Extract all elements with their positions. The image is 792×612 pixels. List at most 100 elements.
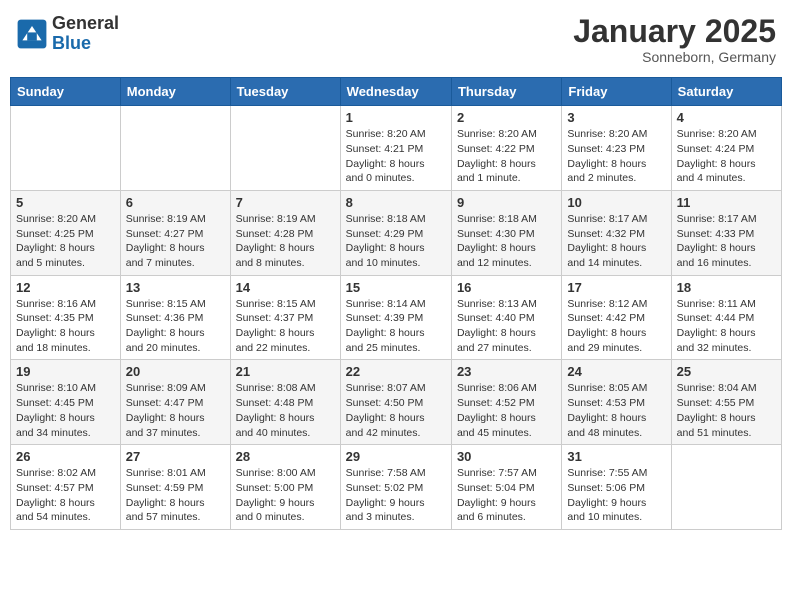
day-info: Sunrise: 8:20 AM Sunset: 4:25 PM Dayligh… (16, 212, 115, 271)
calendar-cell: 26Sunrise: 8:02 AM Sunset: 4:57 PM Dayli… (11, 445, 121, 530)
day-number: 27 (126, 449, 225, 464)
day-info: Sunrise: 8:13 AM Sunset: 4:40 PM Dayligh… (457, 297, 556, 356)
calendar-cell: 14 Sunrise: 8:15 AM Sunset: 4:37 PM Dayli… (230, 275, 340, 360)
day-info: Sunrise: 8:20 AM Sunset: 4:24 PM Dayligh… (677, 127, 776, 186)
calendar-cell: 24 Sunrise: 8:05 AM Sunset: 4:53 PM Dayli… (562, 360, 671, 445)
day-number: 19 (16, 364, 115, 379)
day-info: Sunrise: 8:18 AM Sunset: 4:30 PM Dayligh… (457, 212, 556, 271)
location: Sonneborn, Germany (573, 49, 776, 65)
day-of-week-header: Saturday (671, 78, 781, 106)
logo-icon (16, 18, 48, 50)
day-number: 17 (567, 280, 665, 295)
day-of-week-header: Wednesday (340, 78, 451, 106)
calendar-table: SundayMondayTuesdayWednesdayThursdayFrid… (10, 77, 782, 530)
day-info: Sunrise: 8:17 AM Sunset: 4:32 PM Dayligh… (567, 212, 665, 271)
logo-text: General Blue (52, 14, 119, 54)
page-header: General Blue January 2025 Sonneborn, Ger… (10, 10, 782, 69)
day-info: Sunrise: 8:00 AM Sunset: 5:00 PM Dayligh… (236, 466, 335, 525)
day-number: 12 (16, 280, 115, 295)
calendar-cell: 21 Sunrise: 8:08 AM Sunset: 4:48 PM Dayli… (230, 360, 340, 445)
calendar-cell: 1Sunrise: 8:20 AM Sunset: 4:21 PM Daylig… (340, 106, 451, 191)
day-number: 14 (236, 280, 335, 295)
day-info: Sunrise: 8:20 AM Sunset: 4:22 PM Dayligh… (457, 127, 556, 186)
day-number: 20 (126, 364, 225, 379)
calendar-cell: 13Sunrise: 8:15 AM Sunset: 4:36 PM Dayli… (120, 275, 230, 360)
day-info: Sunrise: 8:15 AM Sunset: 4:37 PM Dayligh… (236, 297, 335, 356)
day-info: Sunrise: 8:19 AM Sunset: 4:28 PM Dayligh… (236, 212, 335, 271)
day-number: 15 (346, 280, 446, 295)
calendar-week-row: 19 Sunrise: 8:10 AM Sunset: 4:45 PM Dayli… (11, 360, 782, 445)
day-info: Sunrise: 8:14 AM Sunset: 4:39 PM Dayligh… (346, 297, 446, 356)
day-info: Sunrise: 8:19 AM Sunset: 4:27 PM Dayligh… (126, 212, 225, 271)
logo-general: General (52, 14, 119, 34)
day-number: 31 (567, 449, 665, 464)
day-info: Sunrise: 8:20 AM Sunset: 4:23 PM Dayligh… (567, 127, 665, 186)
day-info: Sunrise: 8:10 AM Sunset: 4:45 PM Dayligh… (16, 381, 115, 440)
calendar-cell: 16 Sunrise: 8:13 AM Sunset: 4:40 PM Dayli… (451, 275, 561, 360)
day-info: Sunrise: 8:02 AM Sunset: 4:57 PM Dayligh… (16, 466, 115, 525)
calendar-cell: 9 Sunrise: 8:18 AM Sunset: 4:30 PM Daylig… (451, 190, 561, 275)
day-number: 10 (567, 195, 665, 210)
day-info: Sunrise: 7:57 AM Sunset: 5:04 PM Dayligh… (457, 466, 556, 525)
day-info: Sunrise: 8:18 AM Sunset: 4:29 PM Dayligh… (346, 212, 446, 271)
calendar-week-row: 5 Sunrise: 8:20 AM Sunset: 4:25 PM Daylig… (11, 190, 782, 275)
day-number: 4 (677, 110, 776, 125)
day-of-week-header: Monday (120, 78, 230, 106)
calendar-cell: 7 Sunrise: 8:19 AM Sunset: 4:28 PM Daylig… (230, 190, 340, 275)
day-number: 16 (457, 280, 556, 295)
day-info: Sunrise: 8:12 AM Sunset: 4:42 PM Dayligh… (567, 297, 665, 356)
day-number: 25 (677, 364, 776, 379)
day-number: 13 (126, 280, 225, 295)
day-of-week-header: Sunday (11, 78, 121, 106)
day-number: 2 (457, 110, 556, 125)
day-number: 29 (346, 449, 446, 464)
day-number: 6 (126, 195, 225, 210)
calendar-cell: 22 Sunrise: 8:07 AM Sunset: 4:50 PM Dayli… (340, 360, 451, 445)
day-number: 9 (457, 195, 556, 210)
day-info: Sunrise: 8:06 AM Sunset: 4:52 PM Dayligh… (457, 381, 556, 440)
calendar-week-row: 26Sunrise: 8:02 AM Sunset: 4:57 PM Dayli… (11, 445, 782, 530)
day-number: 22 (346, 364, 446, 379)
day-number: 1 (346, 110, 446, 125)
day-info: Sunrise: 8:05 AM Sunset: 4:53 PM Dayligh… (567, 381, 665, 440)
logo-blue: Blue (52, 34, 119, 54)
day-number: 21 (236, 364, 335, 379)
day-number: 28 (236, 449, 335, 464)
calendar-cell: 4 Sunrise: 8:20 AM Sunset: 4:24 PM Daylig… (671, 106, 781, 191)
calendar-cell: 20 Sunrise: 8:09 AM Sunset: 4:47 PM Dayli… (120, 360, 230, 445)
calendar-cell: 10 Sunrise: 8:17 AM Sunset: 4:32 PM Dayli… (562, 190, 671, 275)
day-info: Sunrise: 8:16 AM Sunset: 4:35 PM Dayligh… (16, 297, 115, 356)
day-number: 11 (677, 195, 776, 210)
day-info: Sunrise: 8:11 AM Sunset: 4:44 PM Dayligh… (677, 297, 776, 356)
calendar-cell: 15 Sunrise: 8:14 AM Sunset: 4:39 PM Dayli… (340, 275, 451, 360)
calendar-cell: 6 Sunrise: 8:19 AM Sunset: 4:27 PM Daylig… (120, 190, 230, 275)
calendar-cell: 27 Sunrise: 8:01 AM Sunset: 4:59 PM Dayli… (120, 445, 230, 530)
day-info: Sunrise: 8:08 AM Sunset: 4:48 PM Dayligh… (236, 381, 335, 440)
day-number: 30 (457, 449, 556, 464)
day-info: Sunrise: 8:01 AM Sunset: 4:59 PM Dayligh… (126, 466, 225, 525)
day-number: 5 (16, 195, 115, 210)
calendar-cell: 8Sunrise: 8:18 AM Sunset: 4:29 PM Daylig… (340, 190, 451, 275)
day-info: Sunrise: 8:09 AM Sunset: 4:47 PM Dayligh… (126, 381, 225, 440)
calendar-cell: 3 Sunrise: 8:20 AM Sunset: 4:23 PM Daylig… (562, 106, 671, 191)
day-number: 7 (236, 195, 335, 210)
day-number: 3 (567, 110, 665, 125)
calendar-header-row: SundayMondayTuesdayWednesdayThursdayFrid… (11, 78, 782, 106)
calendar-cell (671, 445, 781, 530)
calendar-cell: 12 Sunrise: 8:16 AM Sunset: 4:35 PM Dayli… (11, 275, 121, 360)
calendar-cell: 2 Sunrise: 8:20 AM Sunset: 4:22 PM Daylig… (451, 106, 561, 191)
calendar-cell (230, 106, 340, 191)
day-info: Sunrise: 7:55 AM Sunset: 5:06 PM Dayligh… (567, 466, 665, 525)
day-number: 18 (677, 280, 776, 295)
title-section: January 2025 Sonneborn, Germany (573, 14, 776, 65)
calendar-cell: 23 Sunrise: 8:06 AM Sunset: 4:52 PM Dayli… (451, 360, 561, 445)
calendar-cell: 17 Sunrise: 8:12 AM Sunset: 4:42 PM Dayli… (562, 275, 671, 360)
day-info: Sunrise: 8:07 AM Sunset: 4:50 PM Dayligh… (346, 381, 446, 440)
day-info: Sunrise: 8:17 AM Sunset: 4:33 PM Dayligh… (677, 212, 776, 271)
day-of-week-header: Friday (562, 78, 671, 106)
day-number: 23 (457, 364, 556, 379)
calendar-cell: 29Sunrise: 7:58 AM Sunset: 5:02 PM Dayli… (340, 445, 451, 530)
day-number: 24 (567, 364, 665, 379)
calendar-cell: 19 Sunrise: 8:10 AM Sunset: 4:45 PM Dayli… (11, 360, 121, 445)
calendar-cell: 28 Sunrise: 8:00 AM Sunset: 5:00 PM Dayli… (230, 445, 340, 530)
